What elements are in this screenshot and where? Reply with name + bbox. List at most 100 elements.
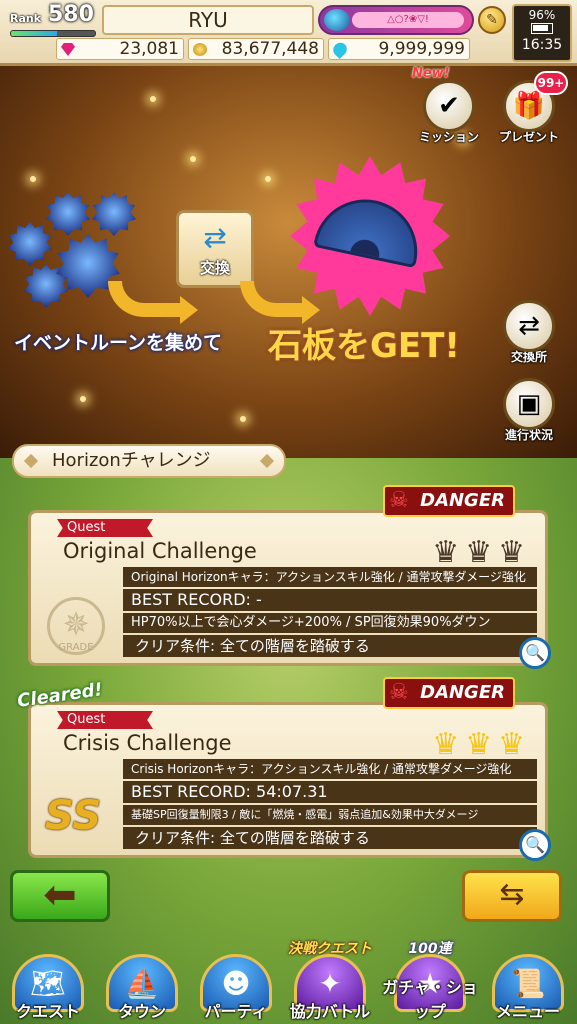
quest-tag: Quest	[57, 711, 153, 729]
quest-card-crisis[interactable]: ☠ DANGER Cleared! Quest Crisis Challenge…	[16, 677, 551, 861]
arrow-left-icon: ⬅	[43, 872, 77, 918]
rune-icon	[92, 192, 136, 236]
nav-gacha-label: ガチャ・ショップ	[382, 978, 478, 1021]
rune-icon	[46, 192, 90, 236]
arrow-icon	[240, 281, 310, 317]
crown-icon: ♛	[432, 535, 466, 570]
mission-button[interactable]: ✔ New! ミッション	[412, 66, 484, 145]
magnify-icon[interactable]: 🔍	[519, 637, 551, 669]
quest-title: Crisis Challenge	[63, 731, 232, 755]
currency-bar: 23,081 83,677,448 9,999,999	[56, 38, 472, 62]
crown-rating: ♛♛♛	[432, 535, 531, 570]
nav-gacha-shop[interactable]: 100連 ★ ガチャ・ショップ	[382, 941, 478, 1024]
crown-icon: ♛	[432, 727, 466, 762]
quest-card-original[interactable]: ☠ DANGER Quest Original Challenge ♛♛♛ Or…	[28, 485, 551, 669]
grade-ss: SS	[45, 793, 102, 839]
nav-quest[interactable]: 🗺 クエスト	[0, 954, 96, 1024]
rank-display: Rank 580	[6, 2, 98, 37]
crown-icon: ♛	[465, 535, 499, 570]
event-banner[interactable]: ⇄ 交換 イベントルーンを集めて 石板をGET! ✔ New! ミッション 🎁 …	[0, 66, 577, 458]
rank-exp-bar	[10, 30, 96, 37]
battery-icon	[531, 23, 553, 34]
progress-button[interactable]: ▣ 進行状況	[494, 378, 564, 443]
nav-party-label: パーティ	[204, 1002, 268, 1021]
edit-profile-button[interactable]: ✎	[478, 6, 506, 34]
map-icon: 🗺	[30, 967, 66, 1000]
skull-icon: ☠	[389, 488, 409, 513]
exchange-icon: ⇄	[518, 311, 540, 341]
nav-town-label: タウン	[117, 1002, 166, 1021]
exchange-icon: ⇄	[203, 221, 227, 254]
drop-icon	[330, 39, 350, 60]
nav-menu[interactable]: 📜 メニュー	[480, 954, 576, 1024]
coin-amount: 83,677,448	[221, 39, 319, 59]
cleared-badge: Cleared!	[15, 679, 104, 712]
new-badge: New!	[412, 66, 450, 81]
bottom-nav: 🗺 クエスト ⛵ タウン ☻ パーティ 決戦クエスト ✦ 協力バトル 100連 …	[0, 941, 577, 1024]
quest-modifier: 基礎SP回復量制限3 / 敵に「燃焼・感電」弱点追加&効果中大ダメージ	[123, 805, 537, 825]
treasure-chest-icon: ▣	[516, 389, 542, 419]
back-button[interactable]: ⬅	[10, 870, 110, 922]
drop-counter[interactable]: 9,999,999	[328, 38, 470, 60]
device-status: 96% 16:35	[512, 4, 572, 62]
coin-counter[interactable]: 83,677,448	[188, 38, 324, 60]
present-button[interactable]: 🎁 99+ プレゼント	[494, 71, 568, 145]
pen-icon: ✎	[486, 12, 498, 28]
dragon-icon: ✦	[318, 967, 342, 1000]
arrow-icon	[108, 281, 188, 317]
player-title-badge[interactable]: △○?❀▽!	[318, 5, 474, 35]
gem-icon	[61, 43, 75, 56]
refresh-button[interactable]: ⇆	[462, 870, 562, 922]
banner-headline-small: イベントルーンを集めて	[14, 332, 223, 354]
checklist-icon: ✔	[438, 91, 460, 121]
gem-counter[interactable]: 23,081	[56, 38, 184, 60]
exchange-graphic: ⇄ 交換	[176, 210, 254, 288]
banner-headline-big: 石板をGET!	[268, 326, 460, 366]
status-bar: Rank 580 RYU △○?❀▽! ✎ 96% 16:35 23,081 8…	[0, 0, 577, 66]
clear-condition: クリア条件: 全ての階層を踏破する	[123, 827, 537, 849]
scroll-icon: 📜	[510, 967, 546, 1000]
title-badge-text: △○?❀▽!	[352, 12, 464, 28]
refresh-icon: ⇆	[499, 877, 525, 912]
grade-emblem: GRADE	[47, 597, 105, 655]
crown-rating: ♛♛♛	[432, 727, 531, 762]
drop-amount: 9,999,999	[378, 39, 465, 59]
skull-icon: ☠	[389, 680, 409, 705]
quest-buff-line: Original Horizonキャラ：アクションスキル強化 / 通常攻撃ダメー…	[123, 567, 537, 587]
nav-town[interactable]: ⛵ タウン	[94, 954, 190, 1024]
quest-buff-line: Crisis Horizonキャラ：アクションスキル強化 / 通常攻撃ダメージ強…	[123, 759, 537, 779]
crown-icon: ♛	[498, 535, 531, 570]
nav-coop-label: 協力バトル	[289, 1002, 371, 1021]
best-record: BEST RECORD: -	[123, 589, 537, 611]
present-count-badge: 99+	[534, 71, 568, 95]
airship-icon: ⛵	[124, 967, 160, 1000]
rank-label: Rank	[10, 12, 42, 25]
rank-value: 580	[48, 2, 94, 27]
danger-badge: ☠ DANGER	[383, 485, 515, 517]
crown-icon: ♛	[465, 727, 499, 762]
exchange-graphic-label: 交換	[199, 259, 230, 277]
player-name[interactable]: RYU	[102, 5, 314, 35]
best-record: BEST RECORD: 54:07.31	[123, 781, 537, 803]
nav-quest-label: クエスト	[15, 1002, 80, 1021]
nav-party[interactable]: ☻ パーティ	[188, 954, 284, 1024]
quest-tag: Quest	[57, 519, 153, 537]
danger-badge: ☠ DANGER	[383, 677, 515, 709]
nav-coop-battle[interactable]: 決戦クエスト ✦ 協力バトル	[282, 941, 378, 1024]
section-title: Horizonチャレンジ	[12, 444, 286, 478]
gift-icon: 🎁	[512, 91, 546, 121]
magnify-icon[interactable]: 🔍	[519, 829, 551, 861]
exchange-shop-button[interactable]: ⇄ 交換所	[494, 300, 564, 365]
rune-icon	[8, 222, 52, 266]
pet-fish-icon	[324, 9, 350, 31]
clock: 16:35	[521, 37, 563, 53]
quest-title: Original Challenge	[63, 539, 257, 563]
battery-percent: 96%	[528, 8, 556, 22]
party-icon: ☻	[221, 967, 251, 1000]
nav-menu-label: メニュー	[495, 1002, 560, 1021]
coin-icon	[193, 43, 207, 56]
quest-modifier: HP70%以上で会心ダメージ+200% / SP回復効果90%ダウン	[123, 613, 537, 633]
crown-icon: ♛	[498, 727, 531, 762]
clear-condition: クリア条件: 全ての階層を踏破する	[123, 635, 537, 657]
gem-amount: 23,081	[119, 39, 179, 59]
